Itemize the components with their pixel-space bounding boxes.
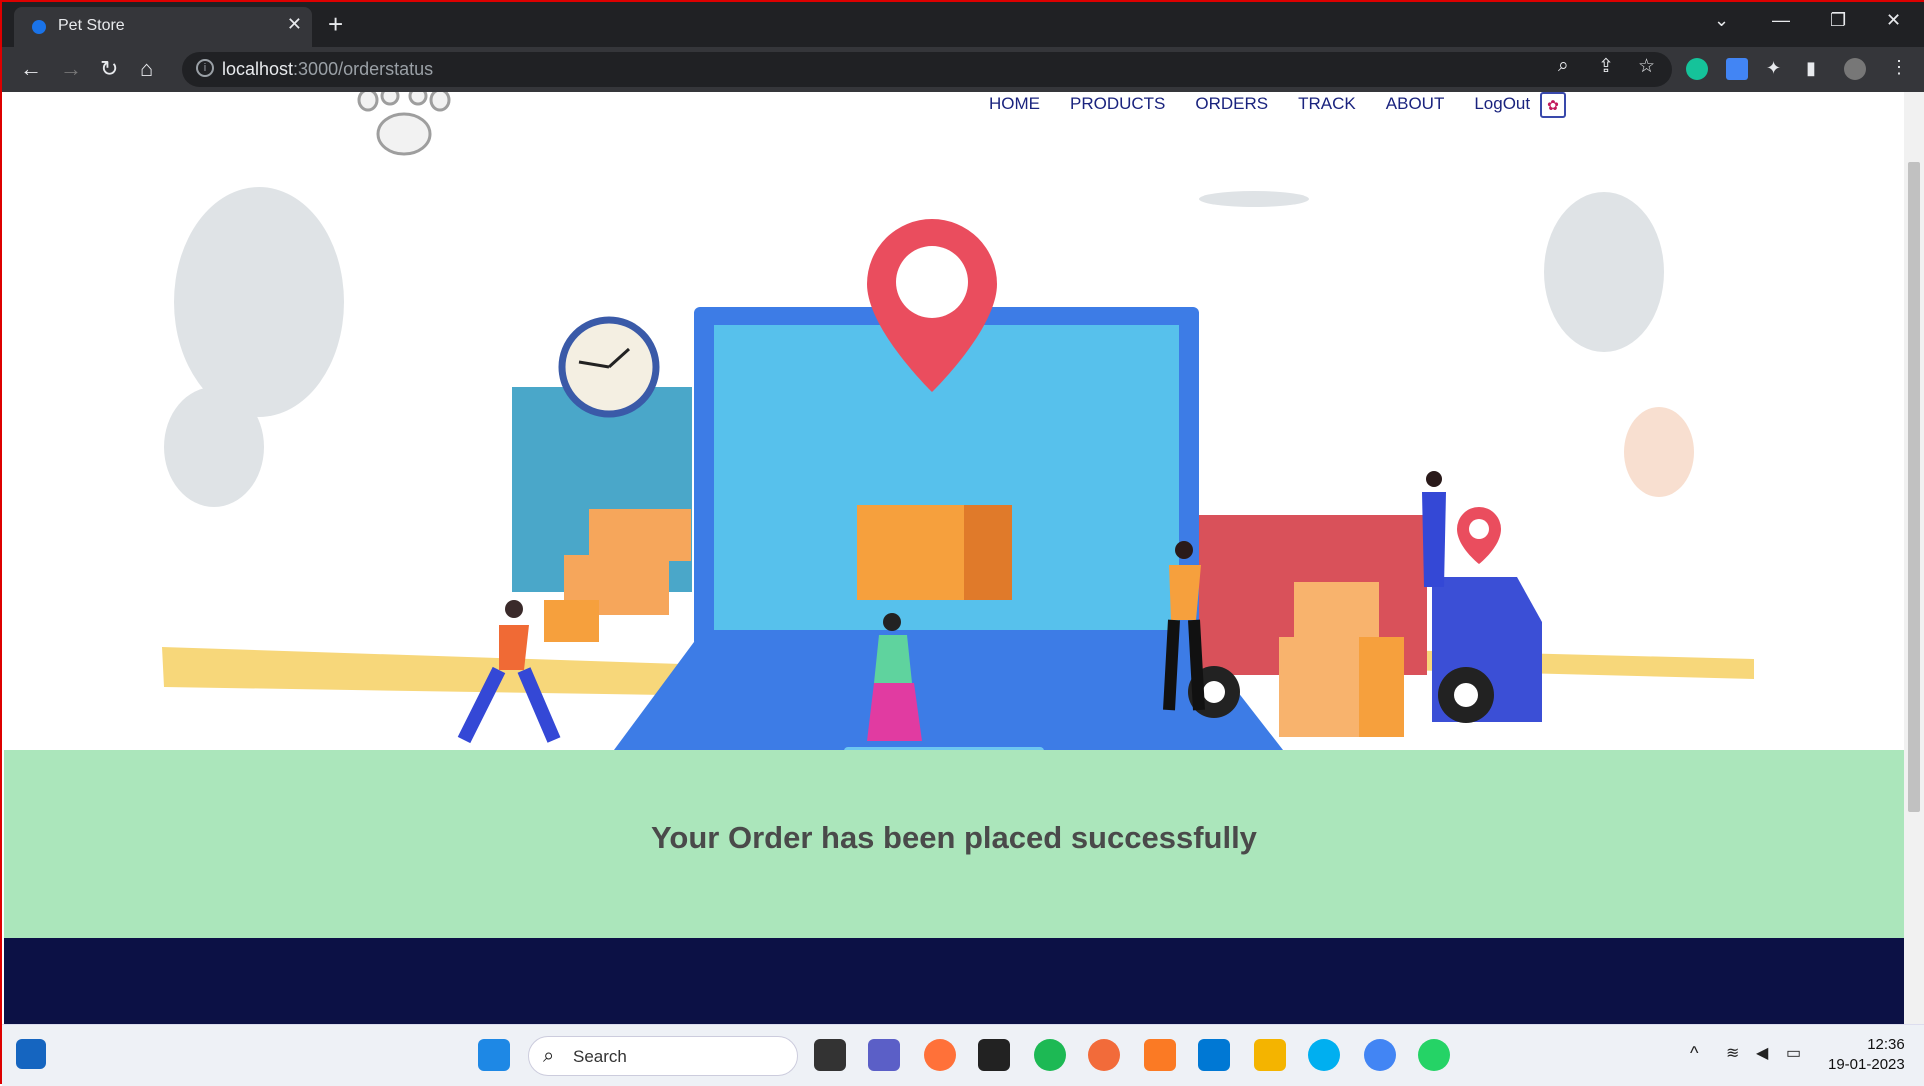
- taskbar-search[interactable]: ⌕ Search: [528, 1036, 798, 1076]
- tab-title: Pet Store: [58, 17, 125, 34]
- battery-icon[interactable]: ▭: [1786, 1043, 1801, 1063]
- browser-tabbar: Pet Store ✕ + ⌄ — ❐ ✕: [2, 2, 1924, 47]
- nav-logout[interactable]: LogOut: [1474, 94, 1530, 114]
- taskbar-clock[interactable]: 12:36 19-01-2023: [1828, 1035, 1905, 1075]
- forward-icon[interactable]: →: [60, 56, 82, 82]
- search-label: Search: [573, 1047, 627, 1066]
- search-icon: ⌕: [543, 1045, 555, 1067]
- side-panel-icon[interactable]: ▮: [1806, 58, 1816, 79]
- terminal-icon[interactable]: [978, 1039, 1010, 1071]
- profile-avatar[interactable]: [1844, 58, 1866, 80]
- vscode-icon[interactable]: [1198, 1039, 1230, 1071]
- tray-overflow-icon[interactable]: ^: [1690, 1043, 1698, 1064]
- skype-icon[interactable]: [1308, 1039, 1340, 1071]
- widgets-icon[interactable]: [16, 1039, 46, 1069]
- restore-icon[interactable]: ❐: [1830, 10, 1846, 31]
- translate-extension-icon[interactable]: [1726, 58, 1748, 80]
- bookmark-star-icon[interactable]: ☆: [1638, 55, 1655, 78]
- page-scrollbar[interactable]: [1904, 92, 1924, 1024]
- main-nav: HOME PRODUCTS ORDERS TRACK ABOUT LogOut: [989, 94, 1530, 114]
- zoom-icon[interactable]: ⌕: [1558, 55, 1569, 77]
- nav-about[interactable]: ABOUT: [1386, 94, 1445, 114]
- tab-close-icon[interactable]: ✕: [287, 14, 302, 35]
- postman-icon[interactable]: [1088, 1039, 1120, 1071]
- minimize-icon[interactable]: —: [1772, 10, 1790, 31]
- reload-icon[interactable]: ↻: [100, 56, 118, 82]
- site-info-icon[interactable]: i: [196, 59, 214, 77]
- url-text[interactable]: localhost:3000/orderstatus: [222, 59, 433, 80]
- browser-menu-icon[interactable]: ⋮: [1890, 57, 1908, 78]
- page-footer: [4, 938, 1904, 1024]
- paw-logo-icon[interactable]: [354, 92, 454, 156]
- grammarly-extension-icon[interactable]: [1686, 58, 1708, 80]
- screen-frame: Pet Store ✕ + ⌄ — ❐ ✕ ← → ↻ ⌂ i localhos…: [0, 0, 1924, 1086]
- whatsapp-icon[interactable]: [1418, 1039, 1450, 1071]
- firefox-icon[interactable]: [924, 1039, 956, 1071]
- chrome-icon[interactable]: [1364, 1039, 1396, 1071]
- spotify-icon[interactable]: [1034, 1039, 1066, 1071]
- tab-favicon-icon: [32, 20, 46, 34]
- file-explorer-icon[interactable]: [1254, 1039, 1286, 1071]
- close-window-icon[interactable]: ✕: [1886, 10, 1901, 31]
- delivery-tracking-illustration: [162, 187, 1754, 781]
- volume-icon[interactable]: ◀: [1756, 1043, 1768, 1063]
- scrollbar-thumb[interactable]: [1908, 162, 1920, 812]
- clock-date: 19-01-2023: [1828, 1056, 1905, 1073]
- web-page: HOME PRODUCTS ORDERS TRACK ABOUT LogOut …: [4, 92, 1904, 1024]
- order-success-message: Your Order has been placed successfully: [651, 820, 1257, 855]
- task-view-icon[interactable]: [814, 1039, 846, 1071]
- home-icon[interactable]: ⌂: [140, 56, 153, 82]
- address-bar[interactable]: i localhost:3000/orderstatus ⌕ ⇪ ☆: [182, 52, 1672, 87]
- nav-orders[interactable]: ORDERS: [1195, 94, 1268, 114]
- start-icon[interactable]: [478, 1039, 510, 1071]
- nav-products[interactable]: PRODUCTS: [1070, 94, 1165, 114]
- browser-tab[interactable]: Pet Store ✕: [14, 7, 312, 47]
- nav-track[interactable]: TRACK: [1298, 94, 1356, 114]
- tab-search-icon[interactable]: ⌄: [1714, 10, 1729, 31]
- cart-icon[interactable]: ✿: [1540, 92, 1566, 118]
- wifi-icon[interactable]: ≋: [1726, 1043, 1739, 1063]
- windows-taskbar: ⌕ Search ^ ≋ ◀ ▭ 12:36 19-01-2023: [2, 1024, 1924, 1086]
- new-tab-icon[interactable]: +: [328, 9, 343, 39]
- order-success-banner: Your Order has been placed successfully: [4, 750, 1904, 938]
- share-icon[interactable]: ⇪: [1598, 55, 1614, 78]
- extensions-puzzle-icon[interactable]: ✦: [1766, 58, 1781, 79]
- chat-icon[interactable]: [868, 1039, 900, 1071]
- nav-home[interactable]: HOME: [989, 94, 1040, 114]
- browser-toolbar: ← → ↻ ⌂ i localhost:3000/orderstatus ⌕ ⇪…: [2, 47, 1924, 92]
- xampp-icon[interactable]: [1144, 1039, 1176, 1071]
- clock-time: 12:36: [1867, 1036, 1905, 1053]
- back-icon[interactable]: ←: [20, 56, 42, 82]
